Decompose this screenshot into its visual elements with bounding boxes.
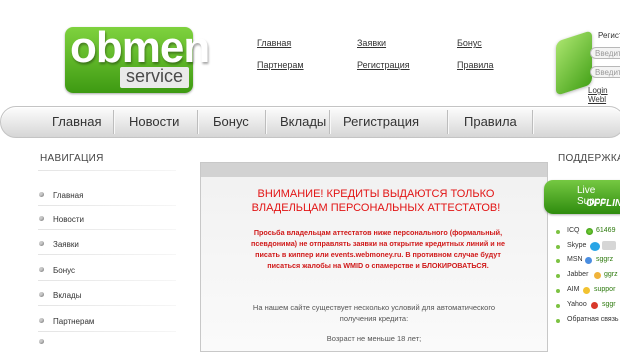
contact-label: Skype <box>567 242 587 249</box>
menu-separator <box>447 110 448 134</box>
warning-body: Просьба владельцам аттестатов ниже персо… <box>215 227 541 271</box>
bullet-icon <box>39 241 44 246</box>
contact-label: MSN <box>567 256 583 263</box>
contact-value[interactable]: sggr <box>602 301 616 308</box>
nav-divider <box>38 205 176 206</box>
age-condition: Возраст не меньше 18 лет; <box>326 334 422 343</box>
conditions-line: получения кредита: <box>339 314 409 323</box>
menu-item-home[interactable]: Главная <box>52 106 101 138</box>
contact-label: Yahoo <box>567 301 587 308</box>
top-link-bonus[interactable]: Бонус <box>457 38 482 48</box>
top-link-partners[interactable]: Партнерам <box>257 60 304 70</box>
menu-separator <box>265 110 266 134</box>
menu-separator <box>113 110 114 134</box>
menu-separator <box>532 110 533 134</box>
bullet-icon <box>39 192 44 197</box>
menu-item-registration[interactable]: Регистрация <box>343 106 419 138</box>
contact-value[interactable]: 61469 <box>596 227 615 234</box>
nav-item-deposits[interactable]: Вклады <box>53 291 81 300</box>
nav-item-home[interactable]: Главная <box>53 191 83 200</box>
warning-title-line: ВНИМАНИЕ! КРЕДИТЫ ВЫДАЮТСЯ ТОЛЬКО <box>257 188 495 200</box>
bullet-icon <box>39 267 44 272</box>
login-label: Регист <box>598 31 620 40</box>
nav-divider <box>38 170 176 171</box>
nav-divider <box>38 254 176 255</box>
bullet-icon <box>556 289 560 293</box>
aim-icon <box>583 287 590 294</box>
menu-item-bonus[interactable]: Бонус <box>213 106 249 138</box>
contact-value[interactable]: ggrz <box>604 271 618 278</box>
warning-body-line: псевдонима) не отправлять заявки на откр… <box>251 239 505 248</box>
logo-subtext: service <box>120 66 190 88</box>
warning-body-line: Просьба владельцам аттестатов ниже персо… <box>253 228 503 237</box>
nav-divider <box>38 305 176 306</box>
bullet-icon <box>39 318 44 323</box>
bullet-icon <box>39 339 44 344</box>
nav-item-requests[interactable]: Заявки <box>53 240 79 249</box>
bullet-icon <box>556 245 560 249</box>
top-link-registration[interactable]: Регистрация <box>357 60 410 70</box>
contact-label: Jabber <box>567 271 589 278</box>
bullet-icon <box>556 230 560 234</box>
skype-status-icon[interactable] <box>602 241 616 250</box>
nav-divider <box>38 229 176 230</box>
top-link-rules[interactable]: Правила <box>457 60 494 70</box>
menu-separator <box>329 110 330 134</box>
nav-item-partners[interactable]: Партнерам <box>53 317 94 326</box>
top-link-requests[interactable]: Заявки <box>357 38 386 48</box>
bullet-icon <box>556 319 560 323</box>
warning-title-line: ВЛАДЕЛЬЦАМ ПЕРСОНАЛЬНЫХ АТТЕСТАТОВ! <box>251 202 501 214</box>
nav-title: НАВИГАЦИЯ <box>40 153 104 164</box>
feedback-link[interactable]: Обратная связь <box>567 316 619 323</box>
jabber-icon <box>594 272 601 279</box>
bullet-icon <box>556 274 560 278</box>
login-webmoney-link[interactable]: Login Webl <box>588 86 620 104</box>
live-support-status: OFFLIN <box>586 198 620 209</box>
skype-icon <box>590 242 600 251</box>
nav-divider <box>38 331 176 332</box>
bullet-icon <box>556 259 560 263</box>
menu-item-news[interactable]: Новости <box>129 106 179 138</box>
bullet-icon <box>39 292 44 297</box>
warning-body-line: писать в киппер или events.webmoney.ru. … <box>255 250 501 259</box>
password-input[interactable]: Введите <box>590 66 620 78</box>
menu-item-rules[interactable]: Правила <box>464 106 517 138</box>
icq-flower-icon <box>586 228 593 235</box>
contact-value[interactable]: sggrz <box>596 256 613 263</box>
login-badge-icon <box>556 30 592 96</box>
support-title: ПОДДЕРЖКА <box>558 153 620 164</box>
nav-item-bonus[interactable]: Бонус <box>53 266 75 275</box>
warning-body-line: писаться жалобы на WMID о спамерстве и Б… <box>267 261 489 270</box>
conditions-text: На нашем сайте существует несколько усло… <box>222 302 526 324</box>
warning-title: ВНИМАНИЕ! КРЕДИТЫ ВЫДАЮТСЯ ТОЛЬКО ВЛАДЕЛ… <box>210 187 542 215</box>
contact-label: ICQ <box>567 227 580 234</box>
top-link-home[interactable]: Главная <box>257 38 291 48</box>
bullet-icon <box>556 304 560 308</box>
bullet-icon <box>39 216 44 221</box>
yahoo-icon <box>591 302 598 309</box>
nav-divider <box>38 280 176 281</box>
msn-icon <box>585 257 592 264</box>
contact-value[interactable]: suppor <box>594 286 615 293</box>
nav-item-news[interactable]: Новости <box>53 215 84 224</box>
conditions-line: На нашем сайте существует несколько усло… <box>252 303 496 312</box>
login-input[interactable]: Введите <box>590 47 620 59</box>
contact-label: AIM <box>567 286 580 293</box>
notice-box-header <box>201 163 547 177</box>
menu-item-deposits[interactable]: Вклады <box>280 106 326 138</box>
menu-separator <box>197 110 198 134</box>
logo-text: obmen <box>70 23 210 72</box>
